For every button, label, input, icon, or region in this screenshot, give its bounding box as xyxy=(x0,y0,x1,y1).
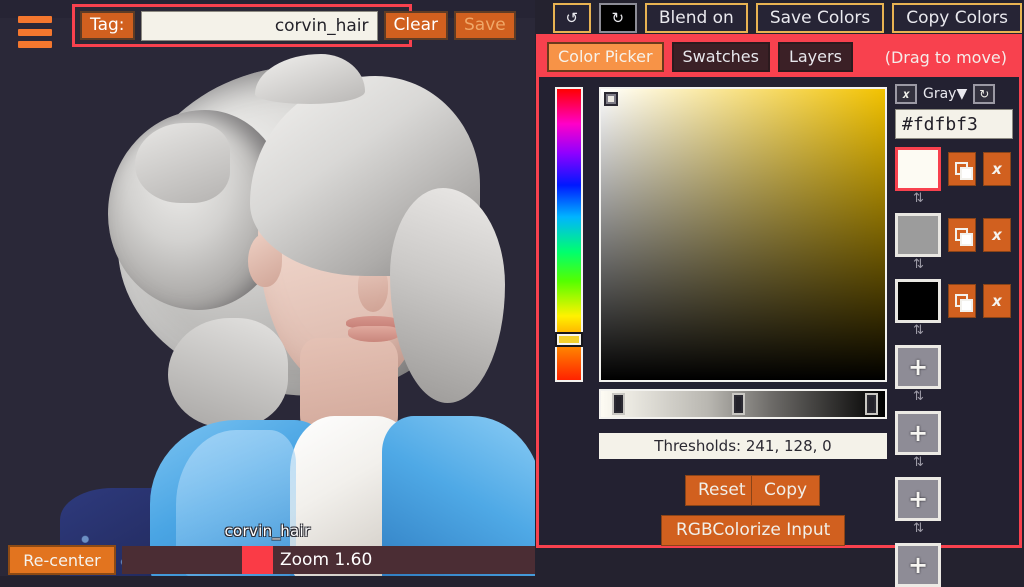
copy-button[interactable]: Copy xyxy=(751,475,821,506)
hamburger-menu-icon[interactable] xyxy=(18,16,52,48)
portrait-lower-lip xyxy=(348,326,400,342)
clear-color-icon[interactable]: 𝒙 xyxy=(895,84,917,104)
panel-header-draggable[interactable]: Color Picker Swatches Layers (Drag to mo… xyxy=(539,37,1019,77)
close-icon: x xyxy=(992,160,1002,178)
threshold-handle-2[interactable] xyxy=(731,393,745,415)
image-caption: corvin_hair xyxy=(224,522,311,540)
swatch-row: x xyxy=(895,279,1019,323)
swatch-copy-button[interactable] xyxy=(948,218,976,252)
undo-icon[interactable]: ↺ xyxy=(552,3,591,33)
saturation-value-cursor[interactable] xyxy=(604,92,618,106)
chevron-down-icon: ▼ xyxy=(956,86,968,102)
add-slot-row: + xyxy=(895,477,1019,521)
swatch-black[interactable] xyxy=(895,279,941,323)
swatch-delete-button[interactable]: x xyxy=(983,284,1011,318)
copy-icon xyxy=(954,293,973,312)
swatch-row: x xyxy=(895,147,1019,191)
color-picker-panel: Color Picker Swatches Layers (Drag to mo… xyxy=(536,34,1022,587)
plus-icon: + xyxy=(907,485,929,513)
portrait-hair-wisp-lower xyxy=(168,318,288,428)
swatch-column: 𝒙 Gray▼ ↻ x ⇅ x ⇅ xyxy=(895,83,1019,587)
tab-layers[interactable]: Layers xyxy=(777,42,853,72)
tag-bar: Tag: Clear Save xyxy=(72,4,516,47)
clear-tag-button[interactable]: Clear xyxy=(383,10,448,41)
swap-arrows-icon[interactable]: ⇅ xyxy=(895,522,1019,535)
hamburger-bar xyxy=(18,41,52,48)
re-center-button[interactable]: Re-center xyxy=(8,545,116,575)
swatch-delete-button[interactable]: x xyxy=(983,152,1011,186)
hue-slider-handle[interactable] xyxy=(555,332,583,347)
add-slot-row: + xyxy=(895,543,1019,587)
swatch-copy-button[interactable] xyxy=(948,152,976,186)
blend-toggle-button[interactable]: Blend on xyxy=(644,3,748,33)
threshold-slider[interactable] xyxy=(599,389,887,419)
hamburger-bar xyxy=(18,28,52,36)
swap-arrows-icon[interactable]: ⇅ xyxy=(895,258,1019,271)
refresh-color-icon[interactable]: ↻ xyxy=(973,84,996,104)
zoom-level-label: Zoom 1.60 xyxy=(280,550,373,570)
copy-colors-button[interactable]: Copy Colors xyxy=(892,3,1022,33)
add-swatch-button[interactable]: + xyxy=(895,477,941,521)
plus-icon: + xyxy=(907,551,929,579)
add-slot-row: + xyxy=(895,411,1019,455)
threshold-handle-3[interactable] xyxy=(865,393,879,415)
swap-arrows-icon[interactable]: ⇅ xyxy=(895,390,1019,403)
panel-body: Thresholds: 241, 128, 0 Reset Copy RGBCo… xyxy=(539,77,1019,587)
zoom-slider[interactable]: Zoom 1.60 xyxy=(122,546,535,574)
status-bar: Re-center Zoom 1.60 xyxy=(0,544,535,576)
close-icon: x xyxy=(992,292,1002,310)
tag-label-button[interactable]: Tag: xyxy=(80,10,135,41)
copy-icon xyxy=(954,227,973,246)
threshold-readout: Thresholds: 241, 128, 0 xyxy=(599,433,887,459)
plus-icon: + xyxy=(907,419,929,447)
plus-icon: + xyxy=(907,353,929,381)
swap-arrows-icon[interactable]: ⇅ xyxy=(895,324,1019,337)
portrait-hair-wisp xyxy=(135,123,230,203)
rgbcolorize-input-button[interactable]: RGBColorize Input xyxy=(661,515,846,546)
hue-slider[interactable] xyxy=(555,87,583,382)
swatch-white[interactable] xyxy=(895,147,941,191)
reset-button[interactable]: Reset xyxy=(685,475,759,506)
tab-color-picker[interactable]: Color Picker xyxy=(547,42,664,72)
swatch-row: x xyxy=(895,213,1019,257)
add-slot-row: + xyxy=(895,345,1019,389)
portrait-hair-tuft xyxy=(255,54,365,104)
canvas-area[interactable]: corvin_hair xyxy=(0,0,535,576)
add-swatch-button[interactable]: + xyxy=(895,345,941,389)
add-swatch-button[interactable]: + xyxy=(895,543,941,587)
swatch-gray[interactable] xyxy=(895,213,941,257)
add-swatch-button[interactable]: + xyxy=(895,411,941,455)
color-mode-dropdown[interactable]: Gray▼ xyxy=(923,86,967,102)
hex-controls-row: 𝒙 Gray▼ ↻ xyxy=(895,83,1019,105)
saturation-value-square[interactable] xyxy=(599,87,887,382)
zoom-slider-handle[interactable] xyxy=(242,546,273,574)
tag-input[interactable] xyxy=(140,10,378,41)
swatch-copy-button[interactable] xyxy=(948,284,976,318)
redo-icon[interactable]: ↻ xyxy=(598,3,637,33)
tab-swatches[interactable]: Swatches xyxy=(671,42,770,72)
hex-color-input[interactable] xyxy=(895,109,1013,139)
swap-arrows-icon[interactable]: ⇅ xyxy=(895,456,1019,469)
color-mode-label: Gray xyxy=(923,86,957,102)
character-portrait-image[interactable] xyxy=(0,18,535,576)
drag-hint-label: (Drag to move) xyxy=(884,47,1007,67)
close-icon: x xyxy=(992,226,1002,244)
swap-arrows-icon[interactable]: ⇅ xyxy=(895,192,1019,205)
swatch-delete-button[interactable]: x xyxy=(983,218,1011,252)
save-colors-button[interactable]: Save Colors xyxy=(755,3,885,33)
copy-icon xyxy=(954,161,973,180)
save-tag-button[interactable]: Save xyxy=(453,10,516,41)
top-toolbar: ↺ ↻ Blend on Save Colors Copy Colors xyxy=(552,2,1022,34)
threshold-handle-1[interactable] xyxy=(612,393,626,415)
hamburger-bar xyxy=(18,16,52,23)
